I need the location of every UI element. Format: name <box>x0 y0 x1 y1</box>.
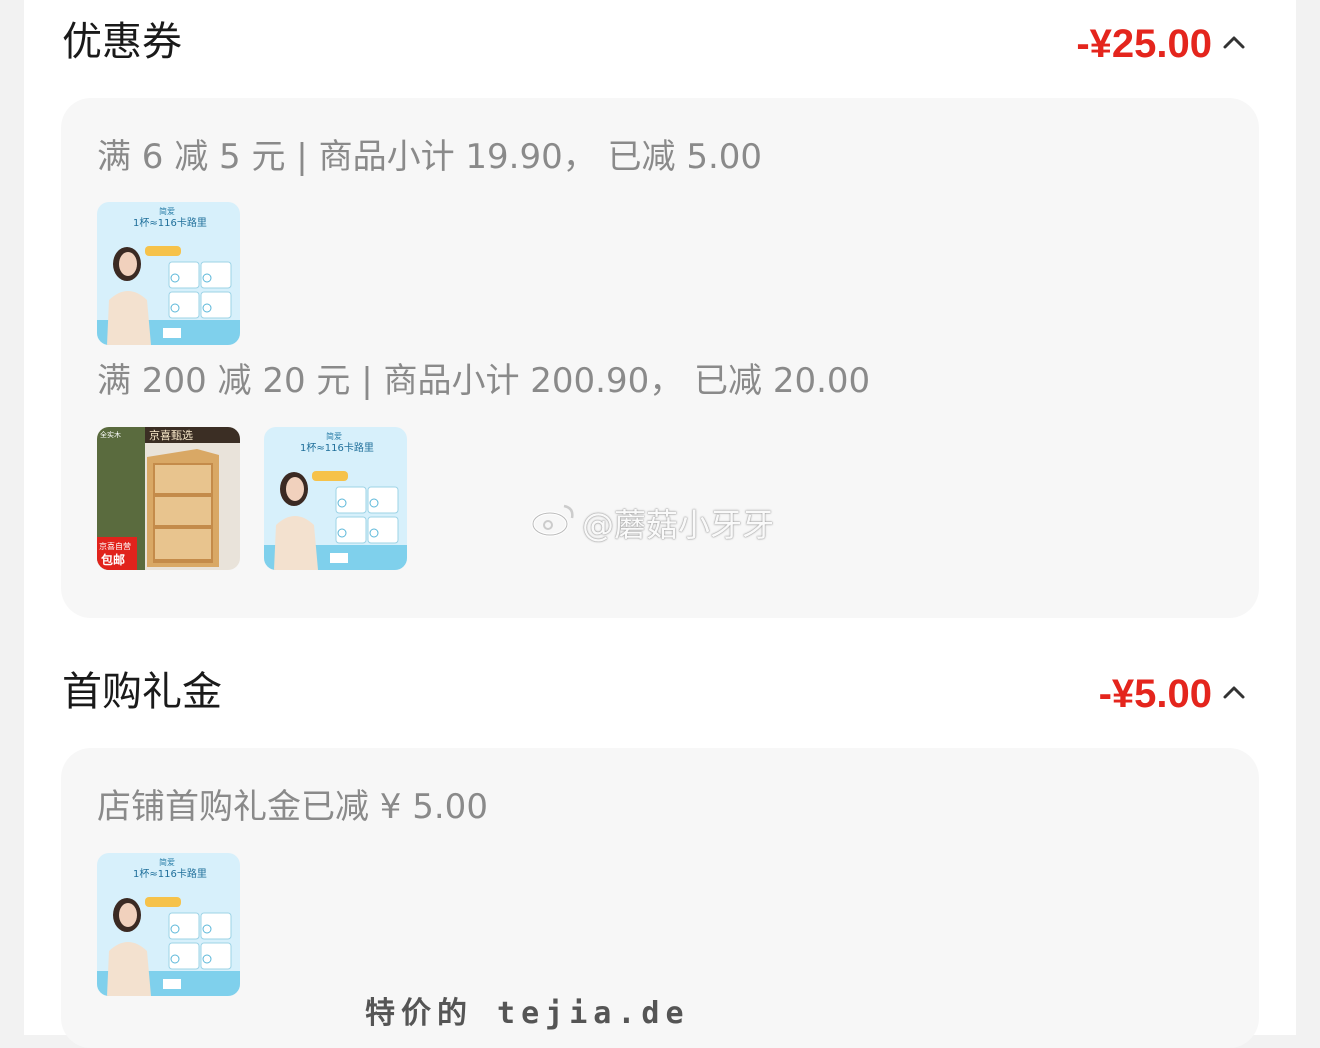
svg-text:简爱: 简爱 <box>326 431 342 441</box>
coupon-discount-amount: -¥25.00 <box>1076 22 1212 66</box>
weibo-logo-icon <box>531 504 574 537</box>
svg-text:京喜自营: 京喜自营 <box>99 541 131 551</box>
svg-text:1杯≈116卡路里: 1杯≈116卡路里 <box>133 867 207 880</box>
coupon-section-title: 优惠券 <box>62 19 182 65</box>
shelf-tag-text: 京喜甄选 <box>149 428 193 442</box>
svg-text:1杯≈116卡路里: 1杯≈116卡路里 <box>300 441 374 454</box>
svg-text:简爱: 简爱 <box>159 206 175 216</box>
svg-text:包邮: 包邮 <box>100 552 125 567</box>
product-thumbnail-shelf[interactable]: 京喜甄选 全实木 京喜自营 包邮 <box>97 427 240 570</box>
first-purchase-desc: 店铺首购礼金已减 ¥ 5.00 <box>97 787 488 827</box>
coupon-rule-1: 满 6 减 5 元 | 商品小计 19.90， 已减 5.00 <box>97 137 763 177</box>
first-purchase-amount: -¥5.00 <box>1098 672 1212 716</box>
product-thumbnail-yogurt[interactable]: 简爱 1杯≈116卡路里 <box>97 202 240 345</box>
product-thumbnail-yogurt[interactable]: 简爱 1杯≈116卡路里 <box>97 853 240 996</box>
chevron-up-icon[interactable] <box>1220 28 1248 56</box>
svg-text:简爱: 简爱 <box>159 857 175 867</box>
coupon-rule-2: 满 200 减 20 元 | 商品小计 200.90， 已减 20.00 <box>97 361 871 401</box>
product-thumbnail-yogurt[interactable]: 简爱 1杯≈116卡路里 <box>264 427 407 570</box>
chevron-up-icon[interactable] <box>1220 678 1248 706</box>
first-purchase-title: 首购礼金 <box>62 669 222 715</box>
weibo-watermark: @蘑菇小牙牙 <box>582 506 775 544</box>
yogurt-header-text: 1杯≈116卡路里 <box>133 216 207 229</box>
site-watermark: 特价的 tejia.de <box>365 996 690 1031</box>
svg-text:全实木: 全实木 <box>100 430 121 439</box>
